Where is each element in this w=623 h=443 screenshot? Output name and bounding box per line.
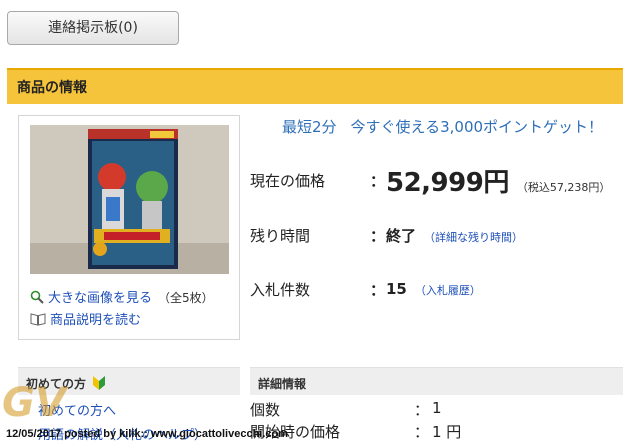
detail-row-start-price: 開始時の価格 ： 1 円 [250, 417, 623, 441]
detail-colon: ： [414, 423, 430, 441]
open-book-icon [30, 312, 46, 330]
beginner-leaf-icon [93, 376, 106, 393]
promo-prefix: 最短2分 [282, 118, 337, 136]
time-value: 終了 [386, 227, 417, 245]
bids-value: 15 [386, 280, 407, 298]
promo-text: 今すぐ使える3,000ポイントゲット！ [350, 118, 604, 136]
image-count: （全5枚） [158, 291, 214, 305]
watermark-caption: 12/05/2017 posted by kilik:: www.giocatt… [6, 428, 289, 440]
enlarge-image-row: 大きな画像を見る （全5枚） [30, 287, 214, 308]
time-left-row: 残り時間 ： 終了 （詳細な残り時間） [250, 225, 623, 249]
points-promo[interactable]: 最短2分 今すぐ使える3,000ポイントゲット！ [282, 116, 603, 137]
bid-history-link[interactable]: （入札履歴） [415, 284, 481, 297]
product-image-panel: 大きな画像を見る （全5枚） 商品説明を読む [18, 115, 240, 340]
watermark-logo: GV [2, 380, 66, 426]
bid-count-row: 入札件数 ： 15 （入札履歴） [250, 279, 623, 303]
details-panel: 詳細情報 個数 ： 1 開始時の価格 ： 1 円 [250, 367, 623, 443]
section-title: 商品の情報 [17, 80, 87, 96]
bids-label: 入札件数 [250, 281, 311, 299]
read-description-link[interactable]: 商品説明を読む [50, 313, 141, 328]
time-colon: ： [370, 227, 386, 245]
product-thumbnail[interactable] [30, 125, 229, 274]
current-price-row: 現在の価格 ： 52,999円 （税込57,238円） [250, 162, 623, 199]
bids-colon: ： [370, 281, 386, 299]
contact-board-button[interactable]: 連絡掲示板(0) [7, 11, 179, 45]
price-value-group: 52,999円 （税込57,238円） [386, 162, 610, 199]
time-detail-link[interactable]: （詳細な残り時間） [424, 231, 523, 244]
time-label: 残り時間 [250, 227, 311, 245]
details-heading: 詳細情報 [250, 367, 623, 395]
price-label: 現在の価格 [250, 172, 326, 190]
price-value: 52,999円 [386, 168, 509, 198]
magnifier-icon [30, 290, 44, 308]
toy-box-photo [30, 125, 229, 274]
product-info-header: 商品の情報 [7, 68, 623, 104]
detail-value: 1 [432, 399, 442, 417]
enlarge-image-link[interactable]: 大きな画像を見る [48, 291, 152, 306]
description-row: 商品説明を読む [30, 309, 141, 330]
detail-row-quantity: 個数 ： 1 [250, 395, 623, 419]
time-value-group: 終了 （詳細な残り時間） [386, 225, 523, 246]
detail-value: 1 円 [432, 423, 462, 441]
bids-value-group: 15 （入札履歴） [386, 279, 481, 298]
price-colon: ： [370, 172, 386, 190]
price-tax: （税込57,238円） [516, 181, 611, 194]
